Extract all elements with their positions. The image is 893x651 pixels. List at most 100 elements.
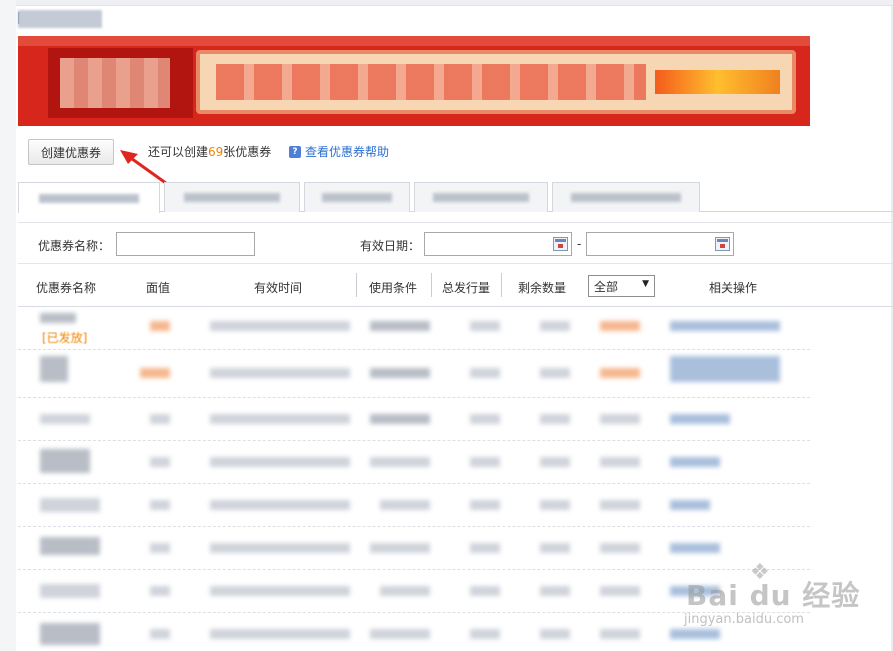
row-value-blurred xyxy=(140,368,170,378)
column-header-name: 优惠券名称 xyxy=(36,281,97,295)
tab-2-label-blurred xyxy=(184,193,280,202)
row-status-blurred xyxy=(600,321,640,331)
watermark-brand: Bai du 经验 xyxy=(686,579,861,612)
row-remaining-blurred xyxy=(540,414,570,424)
row-condition-blurred xyxy=(380,586,430,596)
row-name-blurred xyxy=(40,414,90,424)
help-icon: ? xyxy=(289,145,301,158)
row-value-blurred xyxy=(150,500,170,510)
row-name-blurred xyxy=(40,623,100,645)
row-time-blurred xyxy=(210,586,350,596)
table-row: [已发放] xyxy=(18,307,810,350)
column-divider xyxy=(501,273,502,297)
row-actions-blurred[interactable] xyxy=(670,356,780,382)
table-row xyxy=(18,398,810,441)
row-value-blurred xyxy=(150,414,170,424)
row-actions-blurred[interactable] xyxy=(670,321,780,331)
banner-seal-mark xyxy=(60,58,170,108)
row-condition-blurred xyxy=(370,368,430,378)
row-name-blurred xyxy=(40,498,100,512)
tab-5[interactable] xyxy=(552,182,700,212)
row-status-blurred xyxy=(600,457,640,467)
tab-2[interactable] xyxy=(164,182,300,212)
row-actions-blurred[interactable] xyxy=(670,543,720,553)
column-divider xyxy=(431,273,432,297)
top-strip xyxy=(0,0,893,6)
row-condition-blurred xyxy=(370,543,430,553)
table-header: 优惠券名称 面值 有效时间 使用条件 总发行量 剩余数量 全部 ▼ 相关操作 xyxy=(18,265,893,307)
row-actions-blurred[interactable] xyxy=(670,414,730,424)
row-value-blurred xyxy=(150,457,170,467)
tab-3-label-blurred xyxy=(322,193,392,202)
row-name-blurred xyxy=(40,449,90,473)
row-condition-blurred xyxy=(370,629,430,639)
status-filter-select[interactable]: 全部 ▼ xyxy=(588,275,655,297)
column-header-remaining: 剩余数量 xyxy=(518,281,567,295)
column-header-value: 面值 xyxy=(146,281,171,295)
row-remaining-blurred xyxy=(540,543,570,553)
table-row xyxy=(18,350,810,398)
row-total-blurred xyxy=(470,500,500,510)
row-status-blurred xyxy=(600,368,640,378)
table-row xyxy=(18,441,810,484)
row-condition-blurred xyxy=(370,457,430,467)
date-end-field[interactable] xyxy=(586,232,734,256)
row-total-blurred xyxy=(470,368,500,378)
column-header-conditions: 使用条件 xyxy=(369,281,418,295)
tab-3[interactable] xyxy=(304,182,410,212)
calendar-icon[interactable] xyxy=(715,237,730,251)
row-total-blurred xyxy=(470,543,500,553)
tab-4[interactable] xyxy=(414,182,548,212)
row-total-blurred xyxy=(470,457,500,467)
row-actions-blurred[interactable] xyxy=(670,500,710,510)
row-value-blurred xyxy=(150,543,170,553)
tab-4-label-blurred xyxy=(433,193,529,202)
row-condition-blurred xyxy=(370,321,430,331)
help-link-label[interactable]: 查看优惠券帮助 xyxy=(305,143,389,160)
row-status-blurred xyxy=(600,543,640,553)
row-remaining-blurred xyxy=(540,586,570,596)
valid-date-label: 有效日期： xyxy=(360,239,421,253)
row-condition-blurred xyxy=(370,414,430,424)
status-filter-value: 全部 xyxy=(594,279,619,294)
row-total-blurred xyxy=(470,586,500,596)
coupon-name-input[interactable] xyxy=(116,232,255,256)
row-status-text: [已发放] xyxy=(42,331,88,345)
banner-seal-blurred xyxy=(48,48,193,118)
create-coupon-button[interactable]: 创建优惠券 xyxy=(28,139,114,165)
chevron-down-icon: ▼ xyxy=(642,279,649,289)
banner-cta-blurred[interactable] xyxy=(655,70,780,94)
row-time-blurred xyxy=(210,457,350,467)
column-header-total-issued: 总发行量 xyxy=(442,281,491,295)
calendar-icon[interactable] xyxy=(553,237,568,251)
row-time-blurred xyxy=(210,629,350,639)
banner-top-band xyxy=(18,36,810,46)
row-status-blurred xyxy=(600,629,640,639)
promo-banner[interactable] xyxy=(18,36,810,126)
row-time-blurred xyxy=(210,543,350,553)
left-strip xyxy=(0,0,16,651)
row-name-blurred xyxy=(40,584,100,598)
store-logo-blurred xyxy=(18,10,102,28)
row-time-blurred xyxy=(210,321,350,331)
watermark-url: jingyan.baidu.com xyxy=(684,612,804,627)
coupon-tabs xyxy=(18,182,893,213)
row-time-blurred xyxy=(210,368,350,378)
column-header-actions: 相关操作 xyxy=(709,281,758,295)
row-remaining-blurred xyxy=(540,629,570,639)
row-name-blurred xyxy=(40,537,100,555)
row-status-blurred xyxy=(600,414,640,424)
banner-panel xyxy=(196,50,796,114)
row-time-blurred xyxy=(210,414,350,424)
column-header-valid-time: 有效时间 xyxy=(254,281,303,295)
row-actions-blurred[interactable] xyxy=(670,457,720,467)
row-remaining-blurred xyxy=(540,321,570,331)
tab-1[interactable] xyxy=(18,182,160,213)
date-start-field[interactable] xyxy=(424,232,572,256)
filter-row: 优惠券名称： 有效日期： - xyxy=(18,222,893,264)
row-total-blurred xyxy=(470,321,500,331)
coupon-help-link[interactable]: ? 查看优惠券帮助 xyxy=(289,143,389,160)
banner-text-blurred xyxy=(216,64,646,100)
remaining-count: 69 xyxy=(208,145,224,159)
column-divider xyxy=(356,273,357,297)
